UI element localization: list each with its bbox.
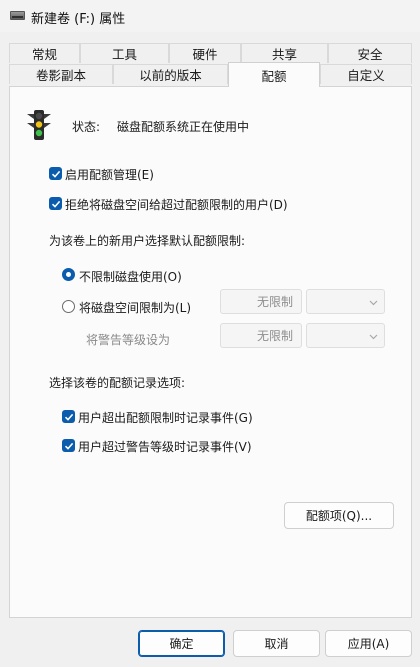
drive-icon: [10, 11, 25, 20]
deny-space-label[interactable]: 拒绝将磁盘空间给超过配额限制的用户(D): [65, 196, 288, 213]
tab-tools[interactable]: 工具: [80, 43, 169, 63]
warning-unit-dropdown[interactable]: [306, 323, 385, 348]
traffic-light-icon: [27, 110, 51, 140]
enable-quota-label[interactable]: 启用配额管理(E): [65, 166, 154, 183]
tab-quota[interactable]: 配额: [228, 62, 320, 87]
window-title: 新建卷 (F:) 属性: [31, 12, 126, 27]
check-icon: [64, 442, 73, 450]
quota-entries-button[interactable]: 配额项(Q)...: [284, 502, 394, 529]
status-label: 状态:: [72, 120, 101, 134]
apply-button[interactable]: 应用(A): [325, 630, 412, 657]
chevron-down-icon: [369, 300, 378, 306]
tab-sharing[interactable]: 共享: [241, 43, 328, 63]
warning-value-field[interactable]: 无限制: [220, 323, 302, 348]
deny-space-checkbox[interactable]: [49, 197, 62, 210]
no-limit-radio[interactable]: [62, 268, 75, 281]
tab-general[interactable]: 常规: [9, 43, 80, 63]
enable-quota-checkbox[interactable]: [49, 167, 62, 180]
ok-button[interactable]: 确定: [138, 630, 225, 657]
log-exceed-limit-label[interactable]: 用户超出配额限制时记录事件(G): [78, 409, 253, 426]
title-bar: 新建卷 (F:) 属性: [0, 0, 420, 32]
tab-customize[interactable]: 自定义: [320, 64, 412, 84]
log-exceed-warning-label[interactable]: 用户超过警告等级时记录事件(V): [78, 438, 252, 455]
tab-strip: 常规 工具 硬件 共享 安全 卷影副本 以前的版本 配额 自定义: [9, 43, 412, 89]
check-icon: [51, 170, 60, 178]
tab-hardware[interactable]: 硬件: [169, 43, 241, 63]
chevron-down-icon: [369, 334, 378, 340]
limit-unit-dropdown[interactable]: [306, 289, 385, 314]
cancel-button[interactable]: 取消: [233, 630, 320, 657]
tab-security[interactable]: 安全: [328, 43, 412, 63]
check-icon: [51, 200, 60, 208]
no-limit-label[interactable]: 不限制磁盘使用(O): [79, 268, 182, 285]
status-value: 磁盘配额系统正在使用中: [117, 120, 250, 134]
log-exceed-warning-checkbox[interactable]: [62, 439, 75, 452]
limit-to-radio[interactable]: [62, 300, 75, 313]
tab-shadow-copies[interactable]: 卷影副本: [9, 64, 113, 84]
limit-to-label[interactable]: 将磁盘空间限制为(L): [79, 299, 191, 316]
logging-heading: 选择该卷的配额记录选项:: [49, 376, 186, 390]
limit-value-field[interactable]: 无限制: [220, 289, 302, 314]
tab-previous-versions[interactable]: 以前的版本: [113, 64, 228, 84]
log-exceed-limit-checkbox[interactable]: [62, 410, 75, 423]
check-icon: [64, 413, 73, 421]
default-limit-heading: 为该卷上的新用户选择默认配额限制:: [49, 234, 246, 248]
warning-level-label: 将警告等级设为: [86, 333, 171, 347]
